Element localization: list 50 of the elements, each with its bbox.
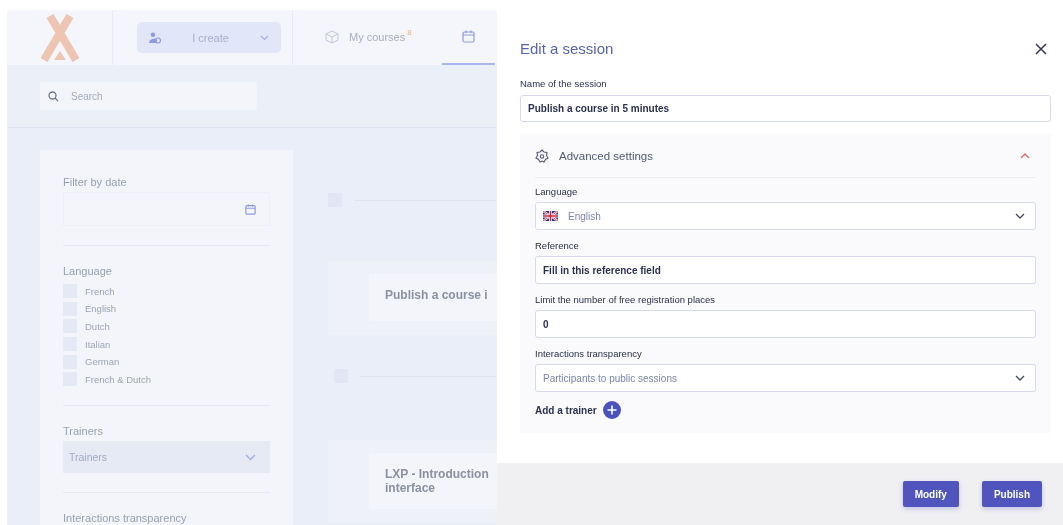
search-input[interactable]: Search — [69, 89, 223, 103]
tab-label: My courses — [349, 30, 406, 43]
select-field[interactable]: Participants to public sessions — [535, 364, 1036, 392]
flag-icon — [543, 211, 558, 221]
course-title: LXP - Introduction interface — [385, 467, 490, 495]
filter-label: Filter by date — [63, 176, 128, 188]
filter-label: Language — [63, 265, 113, 277]
field-label: Name of the session — [520, 78, 608, 89]
search-field[interactable]: Search — [40, 82, 257, 110]
field-label: Interactions transparency — [535, 348, 643, 359]
filter-label: Trainers — [63, 425, 104, 438]
option-label: French & Dutch — [85, 373, 151, 385]
session-name-field[interactable]: Publish a course in 5 minutes — [520, 95, 1051, 122]
option-label: German — [85, 356, 120, 368]
chevron-down-icon — [260, 34, 269, 41]
search-icon — [48, 90, 59, 102]
action-button[interactable]: Modify — [902, 481, 959, 507]
count-label: 8 — [407, 28, 412, 37]
close-icon[interactable] — [1035, 42, 1047, 55]
field-label: Limit the number of free registration places — [535, 294, 717, 305]
text-field[interactable]: Fill in this reference field — [535, 256, 1036, 284]
option-label: Italian — [85, 338, 111, 350]
course-title: Publish a course i — [385, 288, 489, 302]
flower-gear-icon — [535, 148, 549, 163]
chevron-up-icon[interactable] — [1020, 152, 1030, 159]
option-label: Dutch — [85, 320, 110, 332]
add-trainer-label: Add a trainer — [535, 404, 597, 416]
trainers-dropdown[interactable]: Trainers — [63, 441, 270, 474]
field-label: Language — [535, 186, 579, 197]
filter-label: Interactions transparency — [63, 512, 188, 525]
add-icon[interactable] — [602, 401, 621, 419]
cube-icon — [325, 29, 339, 44]
calendar-icon — [245, 203, 256, 215]
nav-tab[interactable]: My courses $^{8}$ — [317, 10, 420, 65]
action-button[interactable]: Publish — [981, 481, 1042, 507]
calendar-icon — [461, 30, 475, 43]
course-card[interactable]: Publish a course i — [328, 261, 497, 335]
drawer-title: Edit a session — [520, 40, 614, 57]
chevron-down-icon — [245, 453, 256, 461]
chevron-down-icon — [1015, 213, 1025, 219]
text-field[interactable]: 0 — [535, 310, 1036, 338]
course-card[interactable]: LXP - Introduction interface — [328, 440, 497, 523]
select-field[interactable]: English — [535, 202, 1036, 230]
section-title: Advanced settings — [559, 149, 654, 162]
option-label: English — [85, 303, 117, 315]
date-field[interactable] — [63, 192, 270, 226]
user-gear-icon — [149, 31, 161, 44]
chevron-down-icon — [1015, 375, 1025, 381]
field-label: Reference — [535, 240, 580, 251]
option-label: French — [85, 285, 115, 297]
